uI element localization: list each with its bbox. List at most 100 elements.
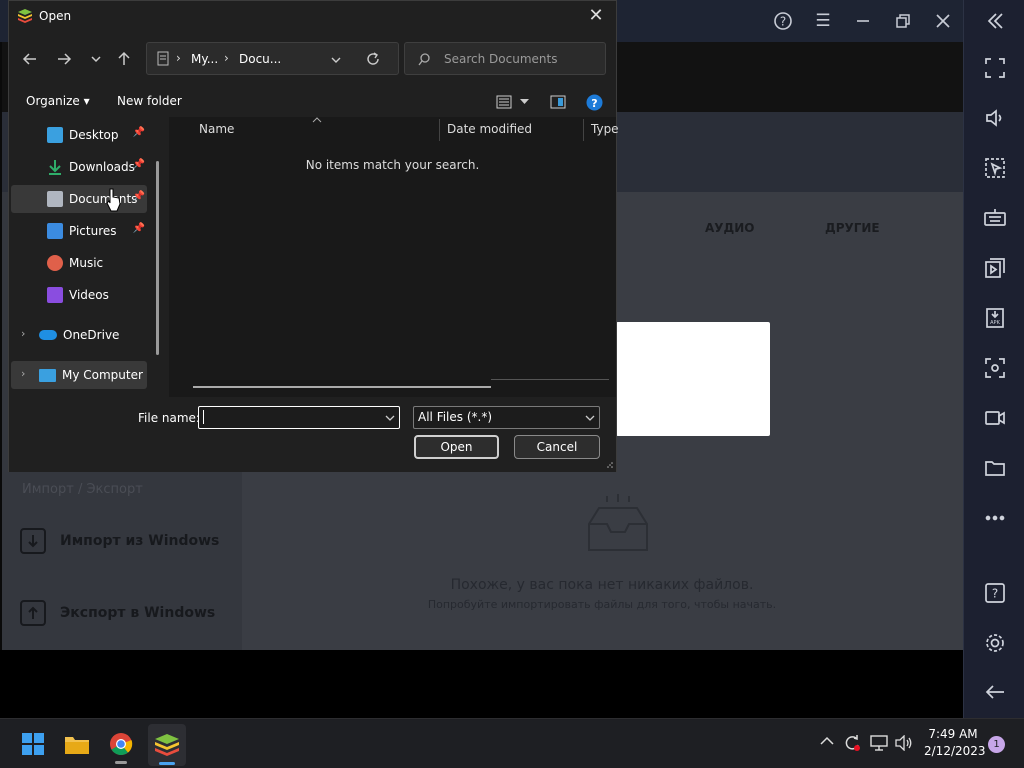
- expand-chevron-icon[interactable]: ›: [21, 327, 25, 340]
- dialog-close-button[interactable]: ✕: [584, 7, 608, 27]
- volume-icon[interactable]: [982, 105, 1008, 131]
- pin-icon[interactable]: 📌: [133, 223, 145, 234]
- nav-item-pictures[interactable]: Pictures 📌: [11, 217, 147, 245]
- pin-icon[interactable]: 📌: [133, 159, 145, 170]
- select-area-icon[interactable]: [982, 155, 1008, 181]
- emulator-sidebar: APK ?: [963, 0, 1024, 718]
- navigation-pane: Desktop 📌 Downloads 📌 Documents 📌 Pictur…: [9, 117, 169, 397]
- menu-icon[interactable]: ☰: [811, 9, 835, 33]
- breadcrumb-sep-icon: ›: [224, 51, 229, 65]
- recent-locations-icon[interactable]: [85, 48, 107, 70]
- resize-grip-icon[interactable]: [606, 461, 614, 469]
- organize-button[interactable]: Organize ▾: [26, 94, 90, 108]
- view-dropdown-icon[interactable]: [520, 99, 529, 105]
- keyboard-icon[interactable]: [982, 205, 1008, 231]
- nav-item-label: Music: [69, 256, 104, 270]
- up-arrow-icon[interactable]: [113, 48, 135, 70]
- nav-item-mycomputer[interactable]: › My Computer: [11, 361, 147, 389]
- nav-item-music[interactable]: Music: [11, 249, 147, 277]
- breadcrumb-documents[interactable]: Docu...: [239, 52, 281, 66]
- address-dropdown-icon[interactable]: [331, 55, 341, 65]
- column-divider[interactable]: [439, 119, 440, 141]
- restore-icon[interactable]: [891, 9, 915, 33]
- pin-icon[interactable]: 📌: [133, 191, 145, 202]
- filename-input[interactable]: [198, 406, 400, 429]
- network-icon[interactable]: [870, 735, 888, 755]
- bluestacks-button[interactable]: [148, 724, 186, 766]
- nav-item-label: Downloads: [69, 160, 135, 174]
- column-type[interactable]: Type: [591, 122, 619, 136]
- search-box[interactable]: Search Documents: [404, 42, 606, 75]
- nav-scrollbar[interactable]: [156, 161, 159, 355]
- breadcrumb-mycomputer[interactable]: My...: [191, 52, 218, 66]
- record-video-icon[interactable]: [982, 405, 1008, 431]
- chevron-down-icon[interactable]: [385, 414, 395, 422]
- empty-subtitle: Попробуйте импортировать файлы для того,…: [427, 598, 777, 611]
- white-card: [616, 322, 770, 436]
- show-hidden-icons[interactable]: [820, 734, 834, 750]
- new-folder-button[interactable]: New folder: [117, 94, 182, 108]
- clock-date[interactable]: 2/12/2023: [924, 744, 986, 758]
- import-label: Импорт из Windows: [60, 533, 220, 549]
- column-date-modified[interactable]: Date modified: [447, 122, 532, 136]
- install-apk-icon[interactable]: APK: [982, 305, 1008, 331]
- nav-item-desktop[interactable]: Desktop 📌: [11, 121, 147, 149]
- refresh-icon[interactable]: [366, 52, 380, 66]
- forward-arrow-icon[interactable]: [53, 48, 75, 70]
- nav-item-label: Pictures: [69, 224, 117, 238]
- import-windows-item[interactable]: Импорт из Windows: [20, 528, 219, 554]
- sync-icon[interactable]: [843, 734, 861, 756]
- column-name[interactable]: Name: [199, 122, 234, 136]
- chrome-button[interactable]: [106, 729, 136, 764]
- column-divider[interactable]: [583, 119, 584, 141]
- nav-item-label: OneDrive: [63, 328, 120, 342]
- downloads-icon: [47, 159, 63, 175]
- help-box-icon[interactable]: ?: [982, 580, 1008, 606]
- nav-item-videos[interactable]: Videos: [11, 281, 147, 309]
- view-details-icon[interactable]: [496, 95, 512, 109]
- document-icon: [157, 51, 169, 66]
- notification-badge[interactable]: 1: [988, 736, 1005, 753]
- fullscreen-icon[interactable]: [982, 55, 1008, 81]
- screenshot-icon[interactable]: [982, 355, 1008, 381]
- nav-item-documents[interactable]: Documents 📌: [11, 185, 147, 213]
- dialog-footer: File name: All Files (*.*) Open Cancel: [9, 397, 616, 472]
- horizontal-scrollbar[interactable]: [193, 386, 491, 388]
- nav-item-downloads[interactable]: Downloads 📌: [11, 153, 147, 181]
- screen-bottom: [0, 650, 963, 718]
- volume-tray-icon[interactable]: [895, 734, 913, 755]
- help-icon[interactable]: ?: [771, 9, 795, 33]
- preview-pane-icon[interactable]: [550, 95, 566, 109]
- pin-icon[interactable]: 📌: [133, 127, 145, 138]
- back-arrow-icon[interactable]: [19, 48, 41, 70]
- search-placeholder: Search Documents: [444, 52, 558, 66]
- nav-item-onedrive[interactable]: › OneDrive: [11, 321, 147, 349]
- chevron-down-icon[interactable]: [585, 414, 595, 422]
- scroll-track: [491, 379, 609, 380]
- open-dialog: Open ✕ › My... › Docu... Search Document…: [8, 0, 619, 472]
- file-type-select[interactable]: All Files (*.*): [413, 406, 600, 429]
- file-explorer-button[interactable]: [62, 729, 92, 759]
- section-title: Импорт / Экспорт: [22, 482, 143, 497]
- media-manager-icon[interactable]: [982, 255, 1008, 281]
- cancel-button[interactable]: Cancel: [514, 435, 600, 459]
- close-icon[interactable]: [931, 9, 955, 33]
- start-button[interactable]: [18, 729, 48, 759]
- collapse-sidebar-icon[interactable]: [982, 8, 1008, 34]
- nav-item-label: Videos: [69, 288, 109, 302]
- clock-time[interactable]: 7:49 AM: [924, 727, 982, 741]
- tab-other[interactable]: ДРУГИЕ: [825, 221, 880, 235]
- address-bar[interactable]: › My... › Docu...: [146, 42, 399, 75]
- back-icon[interactable]: [982, 679, 1008, 705]
- nav-item-label: Desktop: [69, 128, 119, 142]
- active-indicator: [159, 762, 175, 765]
- tab-audio[interactable]: АУДИО: [705, 221, 754, 235]
- export-windows-item[interactable]: Экспорт в Windows: [20, 600, 215, 626]
- expand-chevron-icon[interactable]: ›: [21, 367, 25, 380]
- folder-icon[interactable]: [982, 455, 1008, 481]
- more-icon[interactable]: [982, 505, 1008, 531]
- help-icon[interactable]: ?: [586, 94, 603, 111]
- open-button[interactable]: Open: [414, 435, 499, 459]
- minimize-icon[interactable]: [851, 9, 875, 33]
- settings-icon[interactable]: [982, 630, 1008, 656]
